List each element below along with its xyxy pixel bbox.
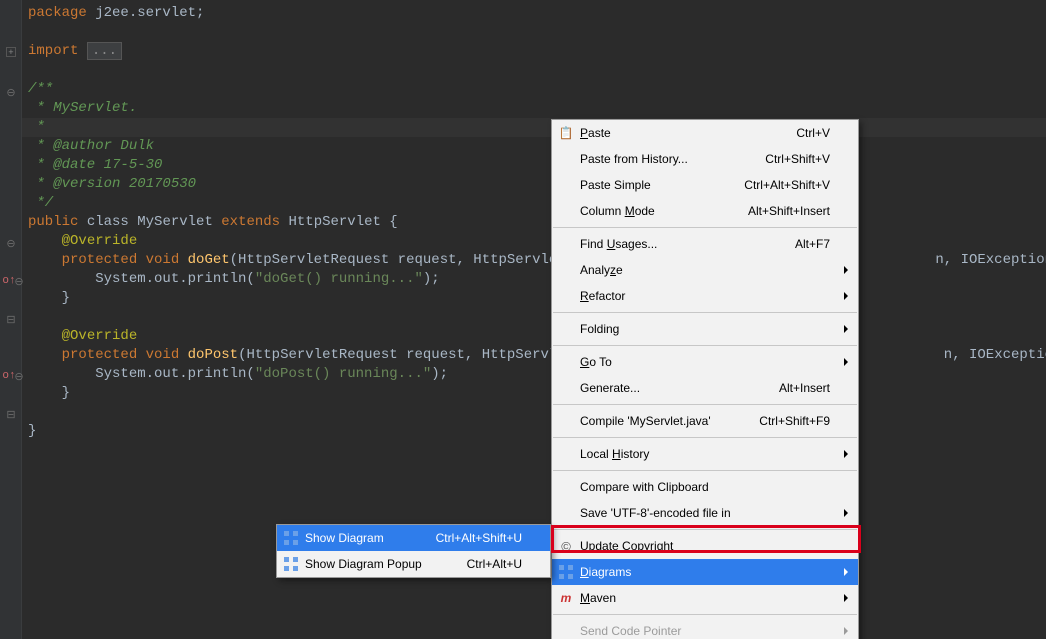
menu-separator xyxy=(553,227,857,228)
menu-item-paste-from-history[interactable]: Paste from History... Ctrl+Shift+V xyxy=(552,146,858,172)
fold-end-icon[interactable]: ⊟ xyxy=(4,313,18,327)
submenu-arrow-icon xyxy=(844,627,848,635)
menu-item-shortcut: Ctrl+Alt+U xyxy=(467,557,522,571)
menu-item-shortcut: Alt+Shift+Insert xyxy=(748,204,830,218)
menu-item-show-diagram[interactable]: Show Diagram Ctrl+Alt+Shift+U xyxy=(277,525,550,551)
menu-item-column-mode[interactable]: Column Mode Alt+Shift+Insert xyxy=(552,198,858,224)
submenu-arrow-icon xyxy=(844,509,848,517)
menu-item-folding[interactable]: Folding xyxy=(552,316,858,342)
menu-item-shortcut: Alt+F7 xyxy=(795,237,830,251)
maven-icon xyxy=(558,590,574,606)
context-menu: Paste Ctrl+V Paste from History... Ctrl+Shi… xyxy=(551,119,859,639)
menu-item-label: Maven xyxy=(580,591,616,605)
menu-separator xyxy=(553,614,857,615)
menu-item-label: Diagrams xyxy=(580,565,631,579)
menu-item-paste[interactable]: Paste Ctrl+V xyxy=(552,120,858,146)
menu-item-save-utf-8-encoded-file-in[interactable]: Save 'UTF-8'-encoded file in xyxy=(552,500,858,526)
editor-gutter: + ⊖ ⊖ o↑ ⊖ ⊟ o↑ ⊖ ⊟ xyxy=(0,0,22,639)
copyright-icon xyxy=(558,538,574,554)
menu-item-label: Send Code Pointer xyxy=(580,624,681,638)
menu-item-label: Go To xyxy=(580,355,612,369)
submenu-arrow-icon xyxy=(844,450,848,458)
menu-separator xyxy=(553,312,857,313)
fold-minus-icon[interactable]: ⊖ xyxy=(4,237,18,251)
fold-end-icon[interactable]: ⊟ xyxy=(4,408,18,422)
menu-item-paste-simple[interactable]: Paste Simple Ctrl+Alt+Shift+V xyxy=(552,172,858,198)
diagram-icon xyxy=(283,556,299,572)
menu-item-shortcut: Ctrl+V xyxy=(796,126,830,140)
submenu-arrow-icon xyxy=(844,266,848,274)
menu-item-label: Show Diagram Popup xyxy=(305,557,422,571)
diagram-icon xyxy=(283,530,299,546)
submenu-arrow-icon xyxy=(844,594,848,602)
menu-item-label: Find Usages... xyxy=(580,237,657,251)
menu-item-generate[interactable]: Generate... Alt+Insert xyxy=(552,375,858,401)
menu-item-shortcut: Ctrl+Shift+F9 xyxy=(759,414,830,428)
menu-item-label: Paste xyxy=(580,126,611,140)
menu-item-label: Compare with Clipboard xyxy=(580,480,709,494)
import-fold[interactable]: ... xyxy=(87,42,122,60)
menu-item-show-diagram-popup[interactable]: Show Diagram Popup Ctrl+Alt+U xyxy=(277,551,550,577)
menu-item-compile-myservlet-java[interactable]: Compile 'MyServlet.java' Ctrl+Shift+F9 xyxy=(552,408,858,434)
menu-item-label: Folding xyxy=(580,322,619,336)
menu-item-shortcut: Ctrl+Shift+V xyxy=(765,152,830,166)
menu-item-label: Analyze xyxy=(580,263,623,277)
menu-item-shortcut: Ctrl+Alt+Shift+V xyxy=(744,178,830,192)
menu-item-label: Show Diagram xyxy=(305,531,384,545)
fold-expand-icon[interactable]: + xyxy=(6,47,16,57)
menu-item-find-usages[interactable]: Find Usages... Alt+F7 xyxy=(552,231,858,257)
fold-minus-icon[interactable]: ⊖ xyxy=(12,370,26,384)
menu-item-label: Paste from History... xyxy=(580,152,688,166)
paste-icon xyxy=(558,125,574,141)
menu-item-update-copyright[interactable]: Update Copyright xyxy=(552,533,858,559)
menu-item-label: Update Copyright xyxy=(580,539,673,553)
menu-separator xyxy=(553,529,857,530)
submenu-arrow-icon xyxy=(844,568,848,576)
diagram-icon xyxy=(558,564,574,580)
menu-separator xyxy=(553,437,857,438)
menu-item-label: Generate... xyxy=(580,381,640,395)
menu-item-maven[interactable]: Maven xyxy=(552,585,858,611)
menu-item-label: Local History xyxy=(580,447,649,461)
diagrams-submenu: Show DiagramCtrl+Alt+Shift+UShow Diagram… xyxy=(276,524,551,578)
fold-minus-icon[interactable]: ⊖ xyxy=(12,275,26,289)
menu-item-compare-with-clipboard[interactable]: Compare with Clipboard xyxy=(552,474,858,500)
fold-minus-icon[interactable]: ⊖ xyxy=(4,86,18,100)
submenu-arrow-icon xyxy=(844,292,848,300)
menu-item-label: Save 'UTF-8'-encoded file in xyxy=(580,506,731,520)
submenu-arrow-icon xyxy=(844,325,848,333)
menu-item-shortcut: Ctrl+Alt+Shift+U xyxy=(436,531,522,545)
menu-item-diagrams[interactable]: Diagrams xyxy=(552,559,858,585)
menu-item-go-to[interactable]: Go To xyxy=(552,349,858,375)
menu-item-send-code-pointer: Send Code Pointer xyxy=(552,618,858,639)
menu-item-local-history[interactable]: Local History xyxy=(552,441,858,467)
submenu-arrow-icon xyxy=(844,358,848,366)
menu-separator xyxy=(553,404,857,405)
menu-item-label: Compile 'MyServlet.java' xyxy=(580,414,711,428)
menu-item-label: Refactor xyxy=(580,289,625,303)
menu-item-analyze[interactable]: Analyze xyxy=(552,257,858,283)
menu-separator xyxy=(553,345,857,346)
code-editor[interactable]: package j2ee.servlet; import ... /** * M… xyxy=(28,4,1046,441)
menu-item-label: Paste Simple xyxy=(580,178,651,192)
menu-item-label: Column Mode xyxy=(580,204,655,218)
menu-item-refactor[interactable]: Refactor xyxy=(552,283,858,309)
menu-item-shortcut: Alt+Insert xyxy=(779,381,830,395)
menu-separator xyxy=(553,470,857,471)
